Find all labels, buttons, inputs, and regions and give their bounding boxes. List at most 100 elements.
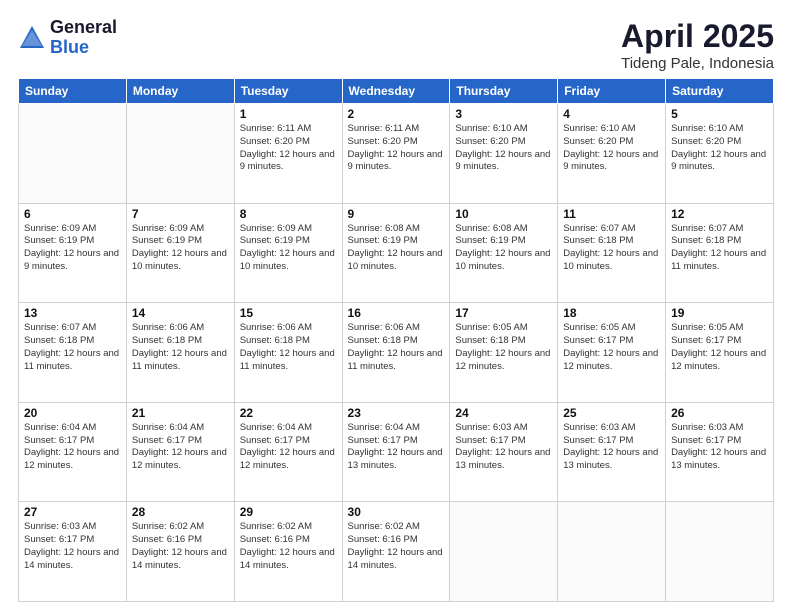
day-number: 6 — [24, 207, 121, 221]
day-cell: 26 Sunrise: 6:03 AM Sunset: 6:17 PM Dayli… — [666, 402, 774, 502]
day-cell: 4 Sunrise: 6:10 AM Sunset: 6:20 PM Daylig… — [558, 104, 666, 204]
week-row-3: 13 Sunrise: 6:07 AM Sunset: 6:18 PM Dayli… — [19, 303, 774, 403]
header: General Blue April 2025 Tideng Pale, Ind… — [18, 18, 774, 72]
day-number: 24 — [455, 406, 552, 420]
day-cell — [558, 502, 666, 602]
day-cell — [666, 502, 774, 602]
day-info: Sunrise: 6:04 AM Sunset: 6:17 PM Dayligh… — [132, 422, 229, 473]
day-number: 26 — [671, 406, 768, 420]
day-number: 23 — [348, 406, 445, 420]
day-number: 3 — [455, 107, 552, 121]
day-cell — [450, 502, 558, 602]
week-row-1: 1 Sunrise: 6:11 AM Sunset: 6:20 PM Daylig… — [19, 104, 774, 204]
day-cell: 6 Sunrise: 6:09 AM Sunset: 6:19 PM Daylig… — [19, 203, 127, 303]
day-info: Sunrise: 6:04 AM Sunset: 6:17 PM Dayligh… — [24, 422, 121, 473]
day-number: 7 — [132, 207, 229, 221]
day-number: 20 — [24, 406, 121, 420]
day-info: Sunrise: 6:04 AM Sunset: 6:17 PM Dayligh… — [348, 422, 445, 473]
logo-blue: Blue — [50, 38, 117, 58]
day-number: 16 — [348, 306, 445, 320]
day-cell: 10 Sunrise: 6:08 AM Sunset: 6:19 PM Dayli… — [450, 203, 558, 303]
logo-general: General — [50, 18, 117, 38]
day-info: Sunrise: 6:06 AM Sunset: 6:18 PM Dayligh… — [240, 322, 337, 373]
day-number: 2 — [348, 107, 445, 121]
week-row-4: 20 Sunrise: 6:04 AM Sunset: 6:17 PM Dayli… — [19, 402, 774, 502]
calendar-body: 1 Sunrise: 6:11 AM Sunset: 6:20 PM Daylig… — [19, 104, 774, 602]
day-info: Sunrise: 6:10 AM Sunset: 6:20 PM Dayligh… — [455, 123, 552, 174]
day-info: Sunrise: 6:05 AM Sunset: 6:18 PM Dayligh… — [455, 322, 552, 373]
day-number: 9 — [348, 207, 445, 221]
day-info: Sunrise: 6:06 AM Sunset: 6:18 PM Dayligh… — [348, 322, 445, 373]
col-friday: Friday — [558, 79, 666, 104]
day-cell: 3 Sunrise: 6:10 AM Sunset: 6:20 PM Daylig… — [450, 104, 558, 204]
day-info: Sunrise: 6:03 AM Sunset: 6:17 PM Dayligh… — [563, 422, 660, 473]
day-info: Sunrise: 6:07 AM Sunset: 6:18 PM Dayligh… — [563, 223, 660, 274]
day-info: Sunrise: 6:09 AM Sunset: 6:19 PM Dayligh… — [24, 223, 121, 274]
day-number: 11 — [563, 207, 660, 221]
day-number: 10 — [455, 207, 552, 221]
day-cell: 17 Sunrise: 6:05 AM Sunset: 6:18 PM Dayli… — [450, 303, 558, 403]
day-number: 14 — [132, 306, 229, 320]
day-cell: 14 Sunrise: 6:06 AM Sunset: 6:18 PM Dayli… — [126, 303, 234, 403]
day-number: 18 — [563, 306, 660, 320]
day-info: Sunrise: 6:08 AM Sunset: 6:19 PM Dayligh… — [348, 223, 445, 274]
logo-icon — [18, 24, 46, 52]
day-cell: 20 Sunrise: 6:04 AM Sunset: 6:17 PM Dayli… — [19, 402, 127, 502]
col-wednesday: Wednesday — [342, 79, 450, 104]
logo: General Blue — [18, 18, 117, 58]
day-info: Sunrise: 6:10 AM Sunset: 6:20 PM Dayligh… — [671, 123, 768, 174]
day-number: 15 — [240, 306, 337, 320]
title-block: April 2025 Tideng Pale, Indonesia — [621, 18, 774, 72]
col-thursday: Thursday — [450, 79, 558, 104]
day-cell: 30Sunrise: 6:02 AM Sunset: 6:16 PM Dayli… — [342, 502, 450, 602]
day-cell: 18 Sunrise: 6:05 AM Sunset: 6:17 PM Dayli… — [558, 303, 666, 403]
day-cell: 16 Sunrise: 6:06 AM Sunset: 6:18 PM Dayli… — [342, 303, 450, 403]
day-cell: 8Sunrise: 6:09 AM Sunset: 6:19 PM Daylig… — [234, 203, 342, 303]
day-number: 25 — [563, 406, 660, 420]
day-cell: 25 Sunrise: 6:03 AM Sunset: 6:17 PM Dayli… — [558, 402, 666, 502]
day-cell — [19, 104, 127, 204]
day-info: Sunrise: 6:10 AM Sunset: 6:20 PM Dayligh… — [563, 123, 660, 174]
day-cell: 2 Sunrise: 6:11 AM Sunset: 6:20 PM Daylig… — [342, 104, 450, 204]
day-cell: 28Sunrise: 6:02 AM Sunset: 6:16 PM Dayli… — [126, 502, 234, 602]
day-info: Sunrise: 6:11 AM Sunset: 6:20 PM Dayligh… — [240, 123, 337, 174]
day-number: 1 — [240, 107, 337, 121]
day-number: 29 — [240, 505, 337, 519]
day-cell: 7 Sunrise: 6:09 AM Sunset: 6:19 PM Daylig… — [126, 203, 234, 303]
day-cell: 11 Sunrise: 6:07 AM Sunset: 6:18 PM Dayli… — [558, 203, 666, 303]
day-number: 4 — [563, 107, 660, 121]
week-row-5: 27 Sunrise: 6:03 AM Sunset: 6:17 PM Dayli… — [19, 502, 774, 602]
day-info: Sunrise: 6:03 AM Sunset: 6:17 PM Dayligh… — [24, 521, 121, 572]
day-cell — [126, 104, 234, 204]
day-cell: 29Sunrise: 6:02 AM Sunset: 6:16 PM Dayli… — [234, 502, 342, 602]
day-info: Sunrise: 6:06 AM Sunset: 6:18 PM Dayligh… — [132, 322, 229, 373]
day-cell: 23 Sunrise: 6:04 AM Sunset: 6:17 PM Dayli… — [342, 402, 450, 502]
day-number: 17 — [455, 306, 552, 320]
title-location: Tideng Pale, Indonesia — [621, 55, 774, 72]
week-row-2: 6 Sunrise: 6:09 AM Sunset: 6:19 PM Daylig… — [19, 203, 774, 303]
header-row: Sunday Monday Tuesday Wednesday Thursday… — [19, 79, 774, 104]
day-number: 22 — [240, 406, 337, 420]
calendar-header: Sunday Monday Tuesday Wednesday Thursday… — [19, 79, 774, 104]
day-info: Sunrise: 6:05 AM Sunset: 6:17 PM Dayligh… — [563, 322, 660, 373]
day-info: Sunrise: 6:05 AM Sunset: 6:17 PM Dayligh… — [671, 322, 768, 373]
day-info: Sunrise: 6:11 AM Sunset: 6:20 PM Dayligh… — [348, 123, 445, 174]
page: General Blue April 2025 Tideng Pale, Ind… — [0, 0, 792, 612]
day-info: Sunrise: 6:03 AM Sunset: 6:17 PM Dayligh… — [671, 422, 768, 473]
day-info: Sunrise: 6:07 AM Sunset: 6:18 PM Dayligh… — [24, 322, 121, 373]
day-cell: 24Sunrise: 6:03 AM Sunset: 6:17 PM Dayli… — [450, 402, 558, 502]
day-cell: 9 Sunrise: 6:08 AM Sunset: 6:19 PM Daylig… — [342, 203, 450, 303]
day-cell: 12Sunrise: 6:07 AM Sunset: 6:18 PM Dayli… — [666, 203, 774, 303]
day-cell: 15 Sunrise: 6:06 AM Sunset: 6:18 PM Dayli… — [234, 303, 342, 403]
day-info: Sunrise: 6:02 AM Sunset: 6:16 PM Dayligh… — [132, 521, 229, 572]
day-info: Sunrise: 6:09 AM Sunset: 6:19 PM Dayligh… — [132, 223, 229, 274]
day-number: 13 — [24, 306, 121, 320]
day-cell: 13 Sunrise: 6:07 AM Sunset: 6:18 PM Dayli… — [19, 303, 127, 403]
day-info: Sunrise: 6:08 AM Sunset: 6:19 PM Dayligh… — [455, 223, 552, 274]
day-number: 27 — [24, 505, 121, 519]
day-cell: 22 Sunrise: 6:04 AM Sunset: 6:17 PM Dayli… — [234, 402, 342, 502]
calendar-table: Sunday Monday Tuesday Wednesday Thursday… — [18, 78, 774, 602]
day-info: Sunrise: 6:04 AM Sunset: 6:17 PM Dayligh… — [240, 422, 337, 473]
title-month: April 2025 — [621, 18, 774, 55]
col-sunday: Sunday — [19, 79, 127, 104]
